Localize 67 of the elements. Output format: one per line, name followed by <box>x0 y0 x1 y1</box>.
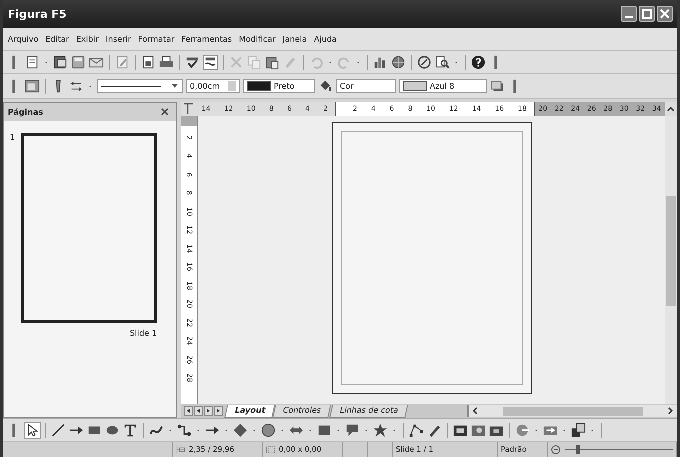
maximize-button[interactable] <box>639 6 655 22</box>
size-icon <box>266 444 276 454</box>
close-button[interactable] <box>657 6 673 22</box>
tab-nav-icon[interactable] <box>194 406 203 416</box>
scroll-thumb[interactable] <box>503 406 643 416</box>
tab-nav-icon[interactable] <box>214 406 223 416</box>
layer-tab[interactable]: Linhas de cota <box>329 404 408 418</box>
scroll-thumb[interactable] <box>666 196 676 306</box>
text-tool-icon[interactable] <box>123 422 138 438</box>
line-width-field[interactable]: 0,00cm <box>186 79 240 93</box>
maximize-icon <box>641 8 653 20</box>
close-icon[interactable] <box>160 107 170 117</box>
auto-spellcheck-icon[interactable] <box>203 54 218 70</box>
layer-tab[interactable]: Controles <box>273 404 332 418</box>
document-icon[interactable] <box>53 54 68 70</box>
menu-item[interactable]: Inserir <box>106 34 132 44</box>
points-icon[interactable] <box>409 422 424 438</box>
area-style-dropdown[interactable]: Cor <box>336 79 396 93</box>
horizontal-scrollbar[interactable] <box>467 405 677 417</box>
slide-thumbnail[interactable] <box>21 133 158 323</box>
tab-nav-icon[interactable] <box>184 406 193 416</box>
close-icon <box>659 8 671 20</box>
clipboard-icon[interactable] <box>265 54 280 70</box>
slide-name: Slide 1 <box>130 329 158 338</box>
globe-icon[interactable] <box>391 54 406 70</box>
area-color-dropdown[interactable]: Azul 8 <box>399 79 487 93</box>
draw-functions-icon[interactable] <box>417 54 432 70</box>
scroll-up-icon[interactable] <box>665 102 677 116</box>
menu-item[interactable]: Ferramentas <box>182 34 232 44</box>
minimize-button[interactable] <box>621 6 637 22</box>
export-page-icon[interactable] <box>141 54 156 70</box>
menu-item[interactable]: Ajuda <box>314 34 337 44</box>
zoom-icon[interactable] <box>435 54 450 70</box>
pointer-icon[interactable] <box>25 422 40 438</box>
tab-nav-icon[interactable] <box>204 406 213 416</box>
arrange-icon[interactable] <box>571 422 586 438</box>
menu-item[interactable]: Janela <box>282 34 308 44</box>
star-icon[interactable] <box>373 422 388 438</box>
zoom-out-icon[interactable] <box>551 444 561 454</box>
window-title: Figura F5 <box>8 8 67 20</box>
paint-bucket-icon[interactable] <box>318 78 333 94</box>
object-properties-icon[interactable] <box>25 78 40 94</box>
slide-number: 1 <box>10 133 16 144</box>
layer-tab[interactable]: Layout <box>224 404 276 418</box>
vertical-scrollbar[interactable] <box>665 116 677 404</box>
shadow-icon[interactable] <box>490 78 505 94</box>
connector-icon[interactable] <box>177 422 192 438</box>
line-color-dropdown[interactable]: Preto <box>243 79 315 93</box>
caret-icon[interactable] <box>171 82 179 90</box>
slider-thumb[interactable] <box>576 445 580 454</box>
menu-item[interactable]: Arquivo <box>8 34 39 44</box>
menu-item[interactable]: Editar <box>46 34 70 44</box>
position-icon <box>176 444 186 454</box>
minimize-icon <box>625 16 633 18</box>
rotate-icon[interactable] <box>515 422 530 438</box>
speech-bubble-icon[interactable] <box>345 422 360 438</box>
page-icon[interactable] <box>25 54 40 70</box>
menu-item[interactable]: Modificar <box>239 34 276 44</box>
line-style-dropdown[interactable] <box>97 79 183 93</box>
menu-item[interactable]: Formatar <box>138 34 175 44</box>
diamond-icon[interactable] <box>233 422 248 438</box>
line-icon[interactable] <box>51 422 66 438</box>
printer-icon[interactable] <box>159 54 174 70</box>
help-icon[interactable] <box>471 54 486 70</box>
menu-item[interactable]: Exibir <box>76 34 99 44</box>
smiley-icon[interactable] <box>261 422 276 438</box>
panel-title: Páginas <box>8 108 44 116</box>
